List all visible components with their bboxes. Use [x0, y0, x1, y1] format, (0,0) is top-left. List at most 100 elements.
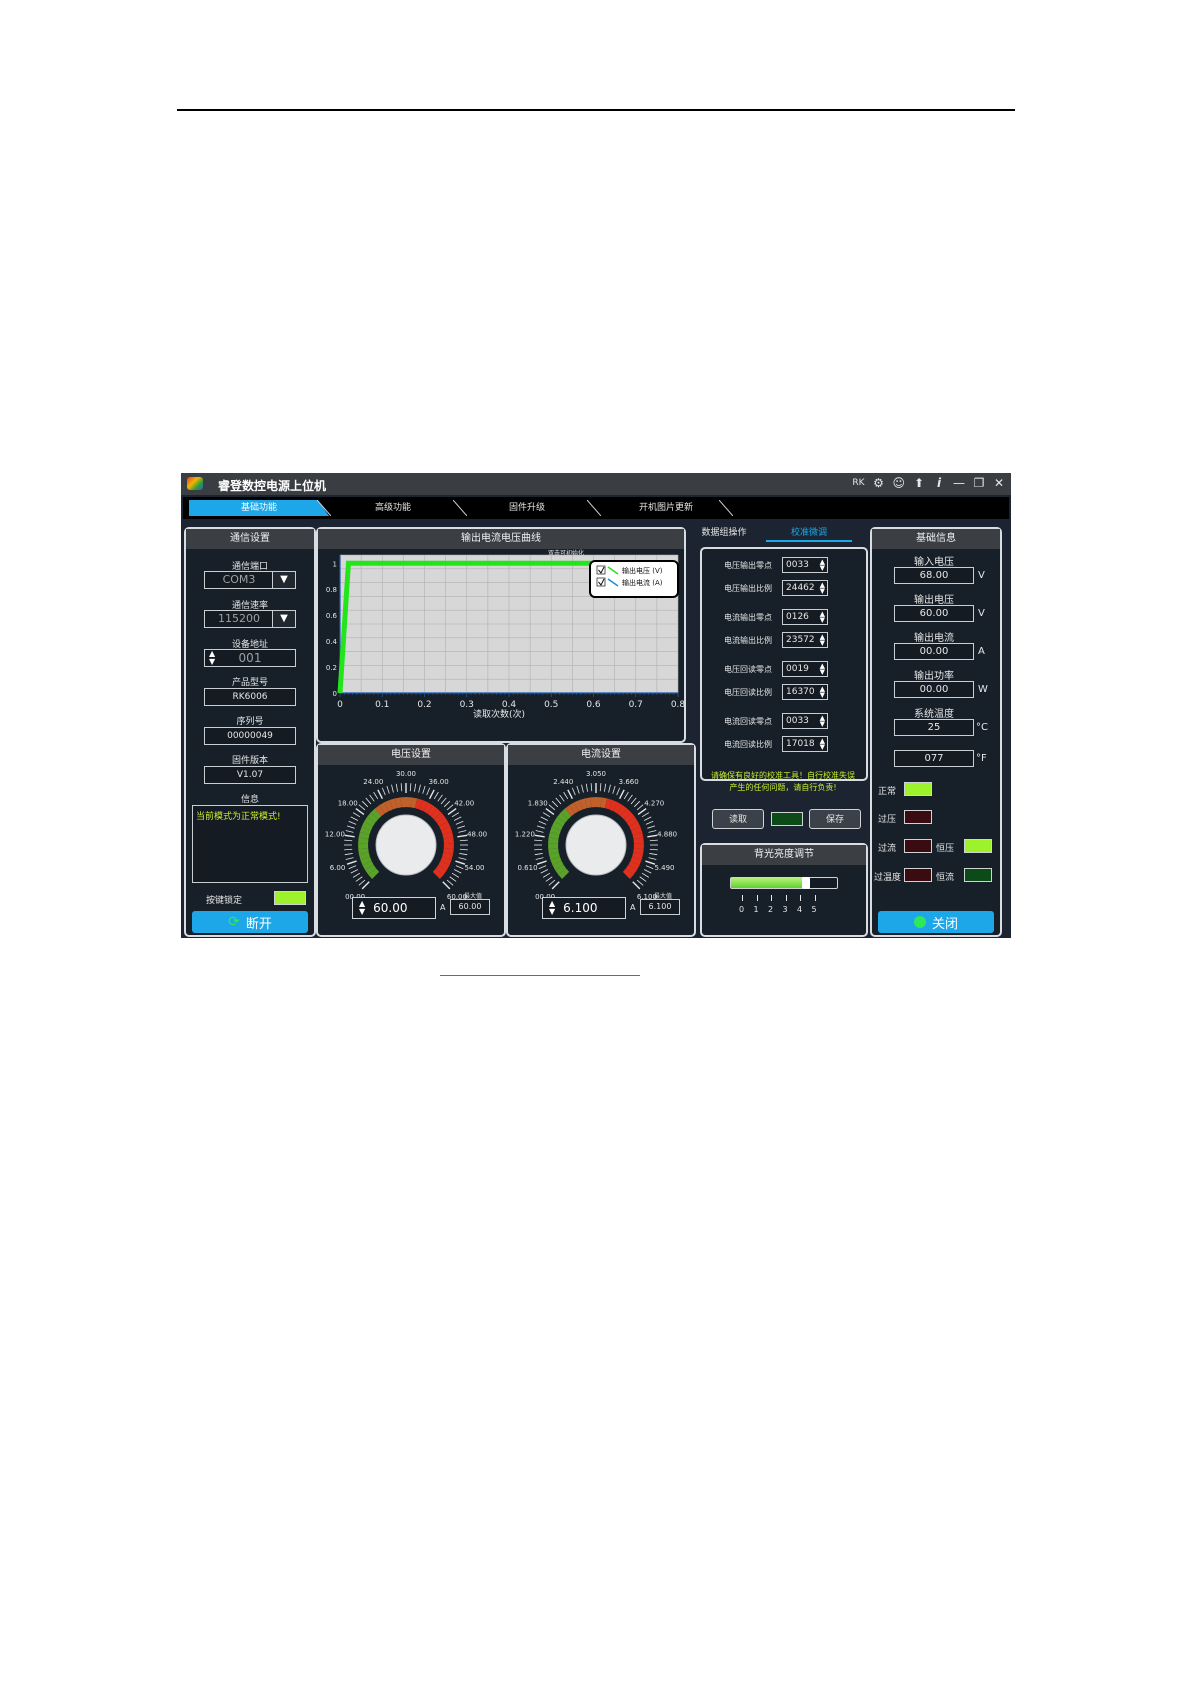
- gauge-tick: [440, 797, 447, 805]
- out-w-label: 输出功率: [914, 671, 954, 682]
- tab-calibration[interactable]: 校准微调: [766, 525, 852, 538]
- chevron-down-icon[interactable]: ▼: [272, 611, 295, 627]
- chevron-down-icon[interactable]: ▼: [272, 572, 295, 588]
- spin-arrows-icon[interactable]: ▲ ▼: [359, 900, 365, 916]
- calib-row-value: 23572: [786, 635, 815, 645]
- y-tick-label: 0: [333, 690, 337, 698]
- gauge-tick: [581, 784, 584, 793]
- comm-panel-title: 通信设置: [186, 529, 314, 549]
- read-button[interactable]: 读取: [712, 809, 764, 829]
- chart-panel: 输出电流电压曲线 双击可初始化 0 0.1 0.2 0.3 0.4 0.5 0.6 0.7 0.…: [316, 527, 686, 743]
- gauge-tick-label: 4.880: [657, 831, 677, 839]
- calib-status-led: [771, 812, 803, 826]
- calib-row-input[interactable]: 0126 ▲ ▼: [782, 609, 828, 625]
- backlight-tick-mark: [771, 895, 772, 901]
- spin-arrows-icon[interactable]: ▲ ▼: [820, 738, 825, 751]
- spin-arrows-icon[interactable]: ▲ ▼: [820, 634, 825, 647]
- gauge-tick: [630, 797, 637, 805]
- calib-row-input[interactable]: 16370 ▲ ▼: [782, 684, 828, 700]
- spin-arrows-icon[interactable]: ▲ ▼: [820, 611, 825, 624]
- current-knob[interactable]: 00.000.6101.2201.8302.4403.0503.6604.270…: [508, 765, 694, 935]
- baud-value: 115200: [218, 612, 260, 625]
- tab-basic[interactable]: 基础功能: [189, 500, 329, 516]
- backlight-slider[interactable]: [730, 877, 838, 889]
- spin-arrows-icon[interactable]: ▲ ▼: [820, 582, 825, 595]
- spin-arrows-icon[interactable]: ▲ ▼: [820, 559, 825, 572]
- disconnect-button[interactable]: ⟳ 断开: [192, 911, 308, 933]
- voltage-unit: A: [440, 903, 446, 912]
- calib-row-value: 16370: [786, 687, 815, 697]
- backlight-handle[interactable]: [801, 877, 810, 889]
- y-tick-label: 1: [333, 560, 337, 568]
- gauge-tick: [355, 876, 363, 882]
- gauge-tick: [348, 820, 357, 825]
- gauge-tick: [536, 860, 547, 865]
- restore-icon[interactable]: ❐: [973, 476, 985, 490]
- port-select[interactable]: COM3 ▼: [204, 571, 296, 589]
- calib-row-input[interactable]: 24462 ▲ ▼: [782, 580, 828, 596]
- gauge-tick: [459, 853, 468, 856]
- backlight-tick-label: 1: [753, 905, 759, 914]
- info-icon[interactable]: i: [933, 476, 945, 490]
- gauge-tick: [457, 825, 466, 829]
- gauge-tick: [636, 804, 644, 811]
- calib-row-input[interactable]: 17018 ▲ ▼: [782, 736, 828, 752]
- gauge-tick: [542, 872, 551, 878]
- tab-firmware[interactable]: 固件升级: [467, 500, 587, 516]
- close-icon[interactable]: ✕: [993, 476, 1005, 490]
- gauge-tick: [457, 834, 468, 838]
- calib-row-input[interactable]: 23572 ▲ ▼: [782, 632, 828, 648]
- current-max-value[interactable]: 6.100: [640, 899, 680, 915]
- tab-data-ops[interactable]: 数据组操作: [684, 525, 764, 538]
- current-knob-dial[interactable]: [565, 814, 627, 876]
- calib-row-label: 电流输出比例: [724, 636, 772, 645]
- gauge-tick: [542, 812, 551, 818]
- spin-arrows-icon[interactable]: ▲ ▼: [820, 715, 825, 728]
- voltage-value: 60.00: [373, 901, 408, 915]
- calib-row-input[interactable]: 0033 ▲ ▼: [782, 557, 828, 573]
- gauge-tick: [361, 800, 369, 808]
- minimize-icon[interactable]: —: [953, 476, 965, 490]
- current-panel-title: 电流设置: [508, 745, 694, 765]
- calib-row-input[interactable]: 0033 ▲ ▼: [782, 713, 828, 729]
- gauge-tick: [548, 879, 556, 886]
- spin-arrows-icon[interactable]: ▲ ▼: [820, 663, 825, 676]
- tab-boot-image[interactable]: 开机图片更新: [601, 500, 731, 516]
- spin-arrows-icon[interactable]: ▲ ▼: [820, 686, 825, 699]
- chart-plot[interactable]: 0 0.1 0.2 0.3 0.4 0.5 0.6 0.7 0.8 0 0.2 0.4 0.6 0.8 1 读…: [318, 551, 684, 739]
- x-tick-label: 0.3: [460, 700, 474, 710]
- app-logo-icon: [187, 477, 203, 490]
- addr-spinner[interactable]: ▲ ▼ 001: [204, 649, 296, 667]
- spin-arrows-icon[interactable]: ▲ ▼: [209, 650, 215, 666]
- backlight-tick-mark: [800, 895, 801, 901]
- gauge-tick: [576, 785, 580, 794]
- gauge-tick: [649, 848, 658, 851]
- voltage-max-value[interactable]: 60.00: [450, 899, 490, 915]
- skin-icon[interactable]: ☺: [892, 476, 905, 490]
- gauge-tick: [551, 800, 559, 808]
- current-value-spinner[interactable]: ▲ ▼ 6.100: [542, 897, 626, 919]
- backlight-title: 背光亮度调节: [702, 845, 866, 865]
- gauge-tick-label: 54.00: [464, 864, 484, 872]
- model-label: 产品型号: [231, 678, 268, 688]
- calib-row-value: 24462: [786, 583, 815, 593]
- upload-arrow-icon[interactable]: ⬆: [913, 476, 925, 490]
- gauge-tick-label: 6.00: [330, 864, 346, 872]
- calib-row-label: 电压回读比例: [724, 688, 772, 697]
- voltage-knob-dial[interactable]: [375, 814, 437, 876]
- gear-icon[interactable]: ⚙: [872, 476, 884, 490]
- voltage-value-spinner[interactable]: ▲ ▼ 60.00: [352, 897, 436, 919]
- gauge-tick: [446, 804, 454, 811]
- voltage-knob[interactable]: 00.006.0012.0018.0024.0030.0036.0042.004…: [318, 765, 504, 935]
- tab-advanced[interactable]: 高级功能: [333, 500, 453, 516]
- calib-row-input[interactable]: 0019 ▲ ▼: [782, 661, 828, 677]
- y-tick-label: 0.8: [326, 586, 337, 594]
- status-ovp-led: [904, 810, 932, 824]
- save-button[interactable]: 保存: [809, 809, 861, 829]
- baud-select[interactable]: 115200 ▼: [204, 610, 296, 628]
- gauge-tick: [449, 876, 457, 882]
- info-label: 信息: [240, 795, 259, 805]
- comm-panel: 通信设置 通信端口 COM3 ▼ 通信速率 115200 ▼ 设备地址 ▲ ▼ 0…: [184, 527, 316, 937]
- spin-arrows-icon[interactable]: ▲ ▼: [549, 900, 555, 916]
- output-close-button[interactable]: 关闭: [878, 911, 994, 933]
